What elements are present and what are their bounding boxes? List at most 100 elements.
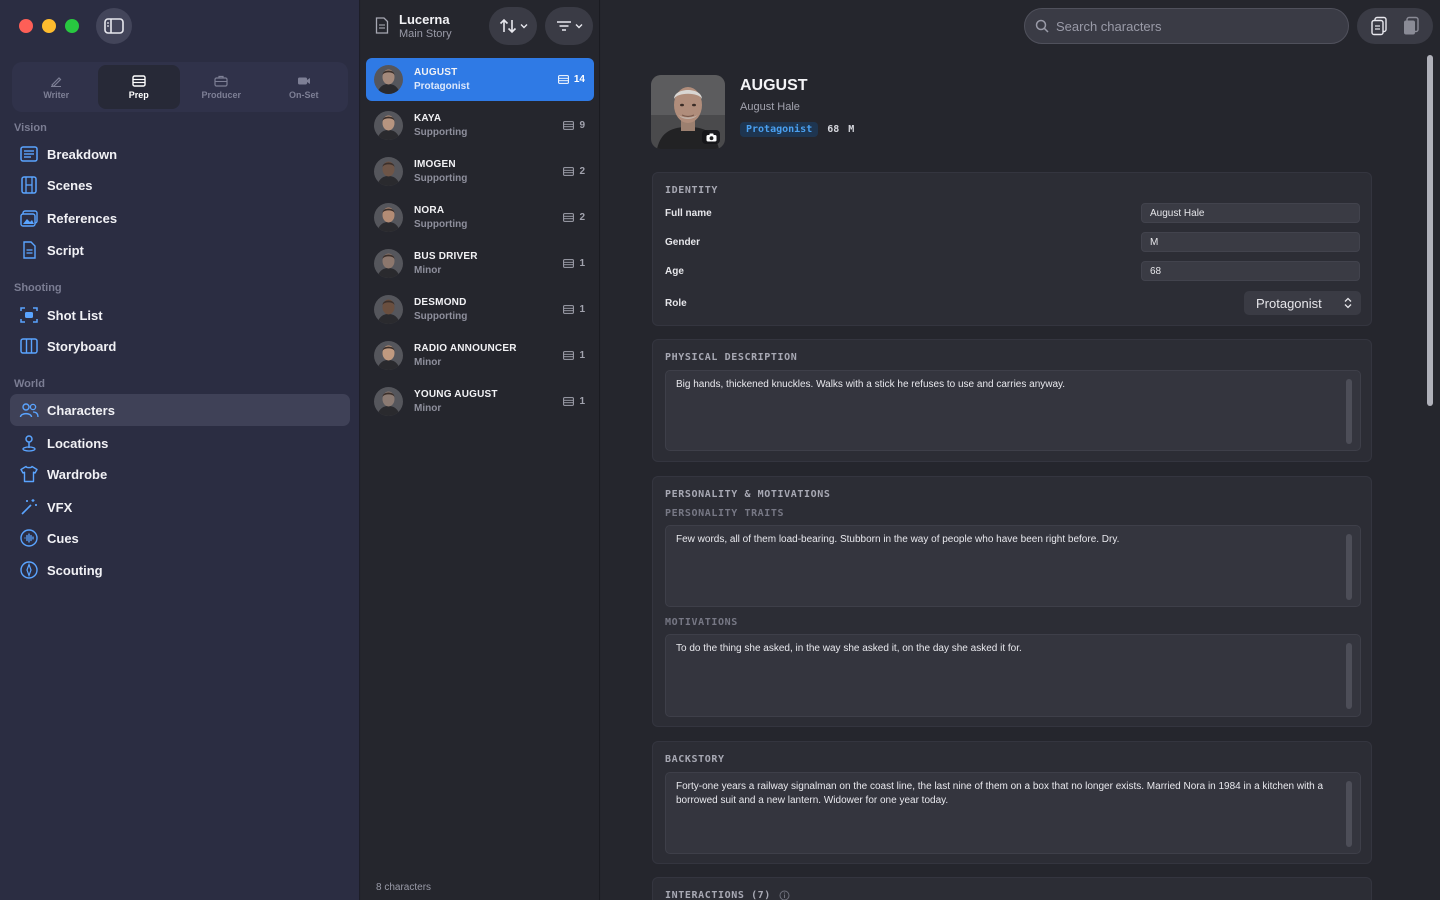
tab-producer[interactable]: Producer bbox=[180, 65, 263, 109]
scene-count-value: 2 bbox=[579, 212, 585, 223]
copy-documents-icon[interactable] bbox=[1370, 16, 1388, 36]
sidebar-item-breakdown[interactable]: Breakdown bbox=[10, 138, 350, 170]
gender-value: M bbox=[848, 124, 855, 135]
avatar-portrait-icon bbox=[374, 387, 403, 416]
character-row-role: Minor bbox=[414, 265, 442, 276]
personality-traits-field[interactable]: Few words, all of them load-bearing. Stu… bbox=[665, 525, 1361, 607]
chevron-down-icon bbox=[575, 24, 582, 29]
physical-description-title: PHYSICAL DESCRIPTION bbox=[665, 352, 798, 363]
age-field[interactable]: 68 bbox=[1141, 261, 1360, 281]
sidebar-item-vfx[interactable]: VFX bbox=[10, 491, 350, 523]
detail-scrollbar[interactable] bbox=[1425, 55, 1435, 900]
age-value: 68 bbox=[827, 124, 840, 135]
scrollbar-thumb[interactable] bbox=[1427, 55, 1433, 406]
tab-writer-label: Writer bbox=[43, 89, 70, 100]
project-title: Lucerna bbox=[399, 12, 450, 27]
sidebar-item-scouting[interactable]: Scouting bbox=[10, 554, 350, 586]
film-frame-icon bbox=[563, 397, 575, 406]
character-text: BUS DRIVER Minor bbox=[414, 251, 563, 276]
chevron-down-icon bbox=[520, 24, 527, 29]
search-field[interactable]: Search characters bbox=[1024, 8, 1349, 44]
character-row-role: Protagonist bbox=[414, 81, 470, 92]
zoom-window-button[interactable] bbox=[65, 19, 79, 33]
sidebar-item-locations[interactable]: Locations bbox=[10, 427, 350, 459]
close-window-button[interactable] bbox=[19, 19, 33, 33]
character-row-role: Minor bbox=[414, 403, 442, 414]
scene-count: 1 bbox=[563, 396, 585, 407]
section-label-vision: Vision bbox=[14, 122, 47, 134]
role-select[interactable]: Protagonist bbox=[1244, 291, 1361, 315]
character-photo[interactable] bbox=[651, 75, 725, 149]
avatar-portrait-icon bbox=[374, 203, 403, 232]
motivations-text: To do the thing she asked, in the way sh… bbox=[676, 643, 1022, 654]
textarea-scrollbar[interactable] bbox=[1346, 643, 1352, 709]
sidebar-item-references[interactable]: References bbox=[10, 202, 350, 234]
film-frame-icon bbox=[563, 351, 575, 360]
minimize-window-button[interactable] bbox=[42, 19, 56, 33]
avatar-portrait-icon bbox=[374, 249, 403, 278]
change-photo-button[interactable] bbox=[702, 130, 720, 144]
scene-count-value: 14 bbox=[573, 74, 585, 85]
textarea-scrollbar[interactable] bbox=[1346, 534, 1352, 600]
character-row[interactable]: RADIO ANNOUNCER Minor 1 bbox=[366, 334, 594, 377]
character-row[interactable]: AUGUST Protagonist 14 bbox=[366, 58, 594, 101]
image-stack-icon bbox=[20, 210, 38, 227]
character-row[interactable]: DESMOND Supporting 1 bbox=[366, 288, 594, 331]
tab-producer-label: Producer bbox=[201, 89, 241, 100]
identity-title: IDENTITY bbox=[665, 185, 718, 196]
character-row[interactable]: KAYA Supporting 9 bbox=[366, 104, 594, 147]
film-strip-icon bbox=[21, 176, 37, 194]
sidebar-item-storyboard[interactable]: Storyboard bbox=[10, 330, 350, 362]
location-pin-icon bbox=[22, 435, 36, 452]
physical-description-field[interactable]: Big hands, thickened knuckles. Walks wit… bbox=[665, 370, 1361, 451]
sidebar-toggle-button[interactable] bbox=[96, 8, 132, 44]
backstory-field[interactable]: Forty-one years a railway signalman on t… bbox=[665, 772, 1361, 854]
scene-count: 1 bbox=[563, 258, 585, 269]
character-row-role: Supporting bbox=[414, 127, 468, 138]
character-row[interactable]: IMOGEN Supporting 2 bbox=[366, 150, 594, 193]
character-row-role: Supporting bbox=[414, 173, 468, 184]
tab-on-set[interactable]: On-Set bbox=[263, 65, 346, 109]
mode-tabs: Writer Prep Producer On-Set bbox=[12, 62, 348, 112]
sidebar-item-cues[interactable]: Cues bbox=[10, 522, 350, 554]
character-row[interactable]: NORA Supporting 2 bbox=[366, 196, 594, 239]
sidebar-item-scenes[interactable]: Scenes bbox=[10, 169, 350, 201]
character-full-name: August Hale bbox=[740, 101, 800, 113]
sidebar-item-script[interactable]: Script bbox=[10, 234, 350, 266]
interactions-card: INTERACTIONS (7) bbox=[652, 877, 1372, 900]
scene-count: 2 bbox=[563, 212, 585, 223]
search-placeholder: Search characters bbox=[1056, 18, 1162, 34]
sidebar-item-wardrobe[interactable]: Wardrobe bbox=[10, 458, 350, 490]
film-frame-icon bbox=[563, 213, 575, 222]
tab-prep[interactable]: Prep bbox=[97, 65, 180, 109]
gender-field[interactable]: M bbox=[1141, 232, 1360, 252]
sort-button[interactable] bbox=[489, 7, 537, 45]
scene-count: 9 bbox=[563, 120, 585, 131]
character-text: RADIO ANNOUNCER Minor bbox=[414, 343, 563, 368]
sidebar-item-characters[interactable]: Characters bbox=[10, 394, 350, 426]
full-name-field[interactable]: August Hale bbox=[1141, 203, 1360, 223]
film-frame-icon bbox=[557, 75, 569, 84]
role-select-value: Protagonist bbox=[1256, 295, 1322, 311]
document-icon bbox=[375, 17, 389, 34]
duplicate-icon[interactable] bbox=[1402, 16, 1420, 36]
sidebar-item-label: Breakdown bbox=[47, 146, 118, 162]
textarea-scrollbar[interactable] bbox=[1346, 379, 1352, 444]
motivations-field[interactable]: To do the thing she asked, in the way sh… bbox=[665, 634, 1361, 717]
scene-count-value: 1 bbox=[579, 304, 585, 315]
sidebar-item-label: Storyboard bbox=[47, 338, 117, 354]
avatar bbox=[374, 111, 403, 140]
character-row[interactable]: BUS DRIVER Minor 1 bbox=[366, 242, 594, 285]
sidebar-item-shot-list[interactable]: Shot List bbox=[10, 299, 350, 331]
character-row[interactable]: YOUNG AUGUST Minor 1 bbox=[366, 380, 594, 423]
tab-writer[interactable]: Writer bbox=[15, 65, 98, 109]
avatar bbox=[374, 387, 403, 416]
sidebar-item-label: Characters bbox=[47, 402, 115, 418]
textarea-scrollbar[interactable] bbox=[1346, 781, 1352, 847]
section-label-shooting: Shooting bbox=[14, 282, 62, 294]
sidebar-item-label: Script bbox=[47, 242, 84, 258]
filter-button[interactable] bbox=[545, 7, 593, 45]
columns-icon bbox=[20, 338, 38, 354]
info-icon[interactable] bbox=[779, 890, 790, 900]
avatar bbox=[374, 341, 403, 370]
